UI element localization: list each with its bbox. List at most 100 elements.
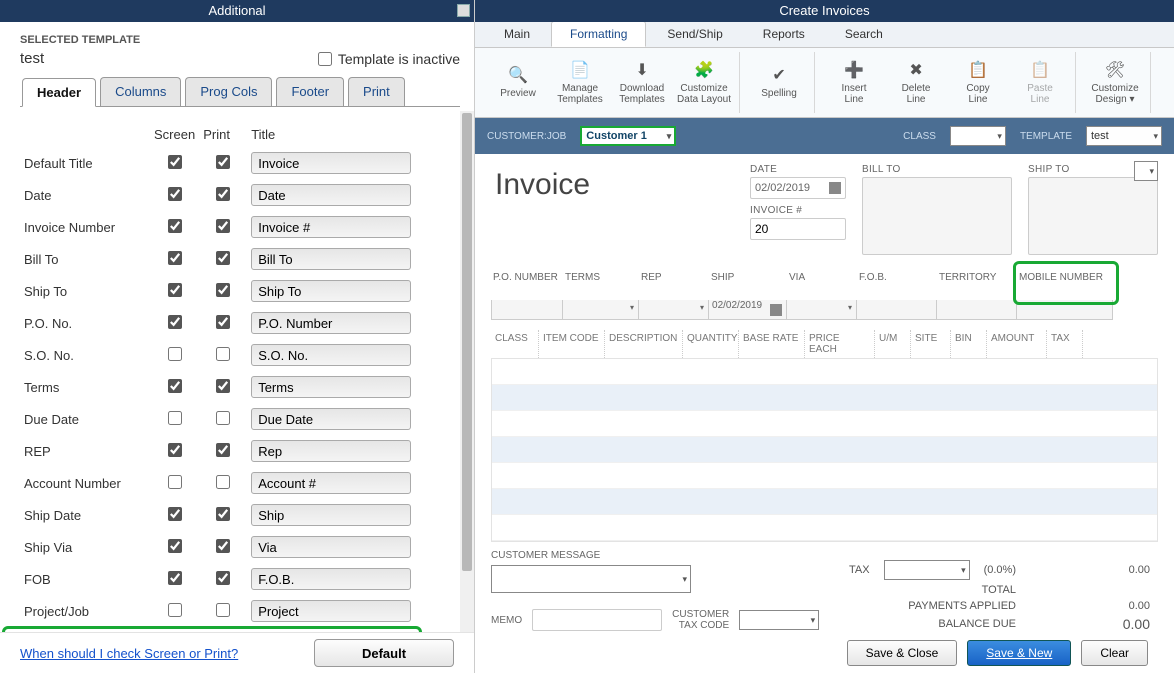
screen-checkbox[interactable] — [168, 507, 182, 521]
title-input[interactable] — [251, 344, 411, 366]
screen-checkbox[interactable] — [168, 379, 182, 393]
ribbon-icon: ➕ — [843, 60, 865, 82]
tab-header[interactable]: Header — [22, 78, 96, 107]
print-checkbox[interactable] — [216, 411, 230, 425]
left-title-bar: Additional — [0, 0, 474, 22]
title-input[interactable] — [251, 472, 411, 494]
val-via[interactable]: ▾ — [787, 300, 857, 320]
tab-print[interactable]: Print — [348, 77, 405, 106]
title-input[interactable] — [251, 568, 411, 590]
print-checkbox[interactable] — [216, 443, 230, 457]
val-terms[interactable]: ▾ — [563, 300, 639, 320]
screen-checkbox[interactable] — [168, 315, 182, 329]
invno-input[interactable] — [750, 218, 846, 240]
print-checkbox[interactable] — [216, 379, 230, 393]
print-checkbox[interactable] — [216, 283, 230, 297]
print-checkbox[interactable] — [216, 187, 230, 201]
title-input[interactable] — [251, 248, 411, 270]
ribbon-paste-line[interactable]: 📋PasteLine — [1013, 60, 1067, 105]
rtab-main[interactable]: Main — [485, 21, 549, 47]
fields-scroll-area[interactable]: Screen Print Title Default TitleDateInvo… — [0, 111, 474, 632]
ribbon-spelling[interactable]: ✔Spelling — [752, 65, 806, 100]
billto-box[interactable] — [862, 177, 1012, 255]
title-input[interactable] — [251, 216, 411, 238]
help-link[interactable]: When should I check Screen or Print? — [20, 646, 238, 661]
shipto-box[interactable] — [1028, 177, 1158, 255]
clear-button[interactable]: Clear — [1081, 640, 1148, 666]
ribbon-customize-design-[interactable]: 🛠CustomizeDesign ▾ — [1088, 60, 1142, 105]
val-mobile-number[interactable] — [1017, 300, 1113, 320]
rtab-formatting[interactable]: Formatting — [551, 21, 646, 47]
screen-checkbox[interactable] — [168, 411, 182, 425]
template-inactive-checkbox[interactable] — [318, 52, 332, 66]
ribbon-customize-data-layout[interactable]: 🧩CustomizeData Layout — [677, 60, 731, 105]
ribbon-manage-templates[interactable]: 📄ManageTemplates — [553, 60, 607, 105]
ribbon-insert-line[interactable]: ➕InsertLine — [827, 60, 881, 105]
title-input[interactable] — [251, 408, 411, 430]
ribbon-download-templates[interactable]: ⬇DownloadTemplates — [615, 60, 669, 105]
tab-footer[interactable]: Footer — [276, 77, 344, 106]
rtab-search[interactable]: Search — [826, 21, 902, 47]
tab-progcols[interactable]: Prog Cols — [185, 77, 272, 106]
title-input[interactable] — [251, 440, 411, 462]
save-close-button[interactable]: Save & Close — [847, 640, 958, 666]
screen-checkbox[interactable] — [168, 155, 182, 169]
screen-checkbox[interactable] — [168, 283, 182, 297]
val-p-o-number[interactable] — [491, 300, 563, 320]
print-checkbox[interactable] — [216, 315, 230, 329]
screen-checkbox[interactable] — [168, 443, 182, 457]
tax-combo[interactable] — [884, 560, 970, 580]
val-f-o-b-[interactable] — [857, 300, 937, 320]
print-checkbox[interactable] — [216, 571, 230, 585]
title-input[interactable] — [251, 152, 411, 174]
print-checkbox[interactable] — [216, 507, 230, 521]
title-input[interactable] — [251, 376, 411, 398]
title-input[interactable] — [251, 184, 411, 206]
print-checkbox[interactable] — [216, 347, 230, 361]
title-input[interactable] — [251, 600, 411, 622]
ribbon-copy-line[interactable]: 📋CopyLine — [951, 60, 1005, 105]
screen-checkbox[interactable] — [168, 251, 182, 265]
val-ship[interactable]: 02/02/2019 — [709, 300, 787, 320]
taxcode-combo[interactable] — [739, 610, 819, 630]
title-input[interactable] — [251, 312, 411, 334]
tab-columns[interactable]: Columns — [100, 77, 181, 106]
title-input[interactable] — [251, 280, 411, 302]
cust-msg-combo[interactable] — [491, 565, 691, 593]
print-checkbox[interactable] — [216, 539, 230, 553]
title-input[interactable] — [251, 504, 411, 526]
shipto-combo[interactable] — [1134, 161, 1158, 181]
template-combo[interactable]: test — [1086, 126, 1162, 146]
print-checkbox[interactable] — [216, 603, 230, 617]
screen-checkbox[interactable] — [168, 187, 182, 201]
date-field[interactable]: 02/02/2019 — [750, 177, 846, 199]
screen-checkbox[interactable] — [168, 571, 182, 585]
class-combo[interactable] — [950, 126, 1006, 146]
val-territory[interactable] — [937, 300, 1017, 320]
ribbon-delete-line[interactable]: ✖DeleteLine — [889, 60, 943, 105]
screen-checkbox[interactable] — [168, 475, 182, 489]
save-new-button[interactable]: Save & New — [967, 640, 1071, 666]
print-checkbox[interactable] — [216, 475, 230, 489]
scrollbar[interactable] — [460, 111, 474, 632]
print-checkbox[interactable] — [216, 251, 230, 265]
rtab-reports[interactable]: Reports — [744, 21, 824, 47]
title-input[interactable] — [251, 536, 411, 558]
screen-checkbox[interactable] — [168, 603, 182, 617]
customer-combo[interactable]: Customer 1 — [580, 126, 676, 146]
print-checkbox[interactable] — [216, 155, 230, 169]
template-label: TEMPLATE — [1020, 131, 1072, 142]
ribbon-preview[interactable]: 🔍Preview — [491, 65, 545, 100]
print-checkbox[interactable] — [216, 219, 230, 233]
invoice-grid[interactable] — [491, 358, 1158, 542]
rtab-sendship[interactable]: Send/Ship — [648, 21, 741, 47]
maximize-icon[interactable] — [457, 4, 470, 17]
ribbon-icon: 📋 — [1029, 60, 1051, 82]
val-rep[interactable]: ▾ — [639, 300, 709, 320]
memo-input[interactable] — [532, 609, 662, 631]
screen-checkbox[interactable] — [168, 219, 182, 233]
screen-checkbox[interactable] — [168, 539, 182, 553]
default-button[interactable]: Default — [314, 639, 454, 667]
screen-checkbox[interactable] — [168, 347, 182, 361]
template-inactive-row[interactable]: Template is inactive — [318, 51, 460, 67]
